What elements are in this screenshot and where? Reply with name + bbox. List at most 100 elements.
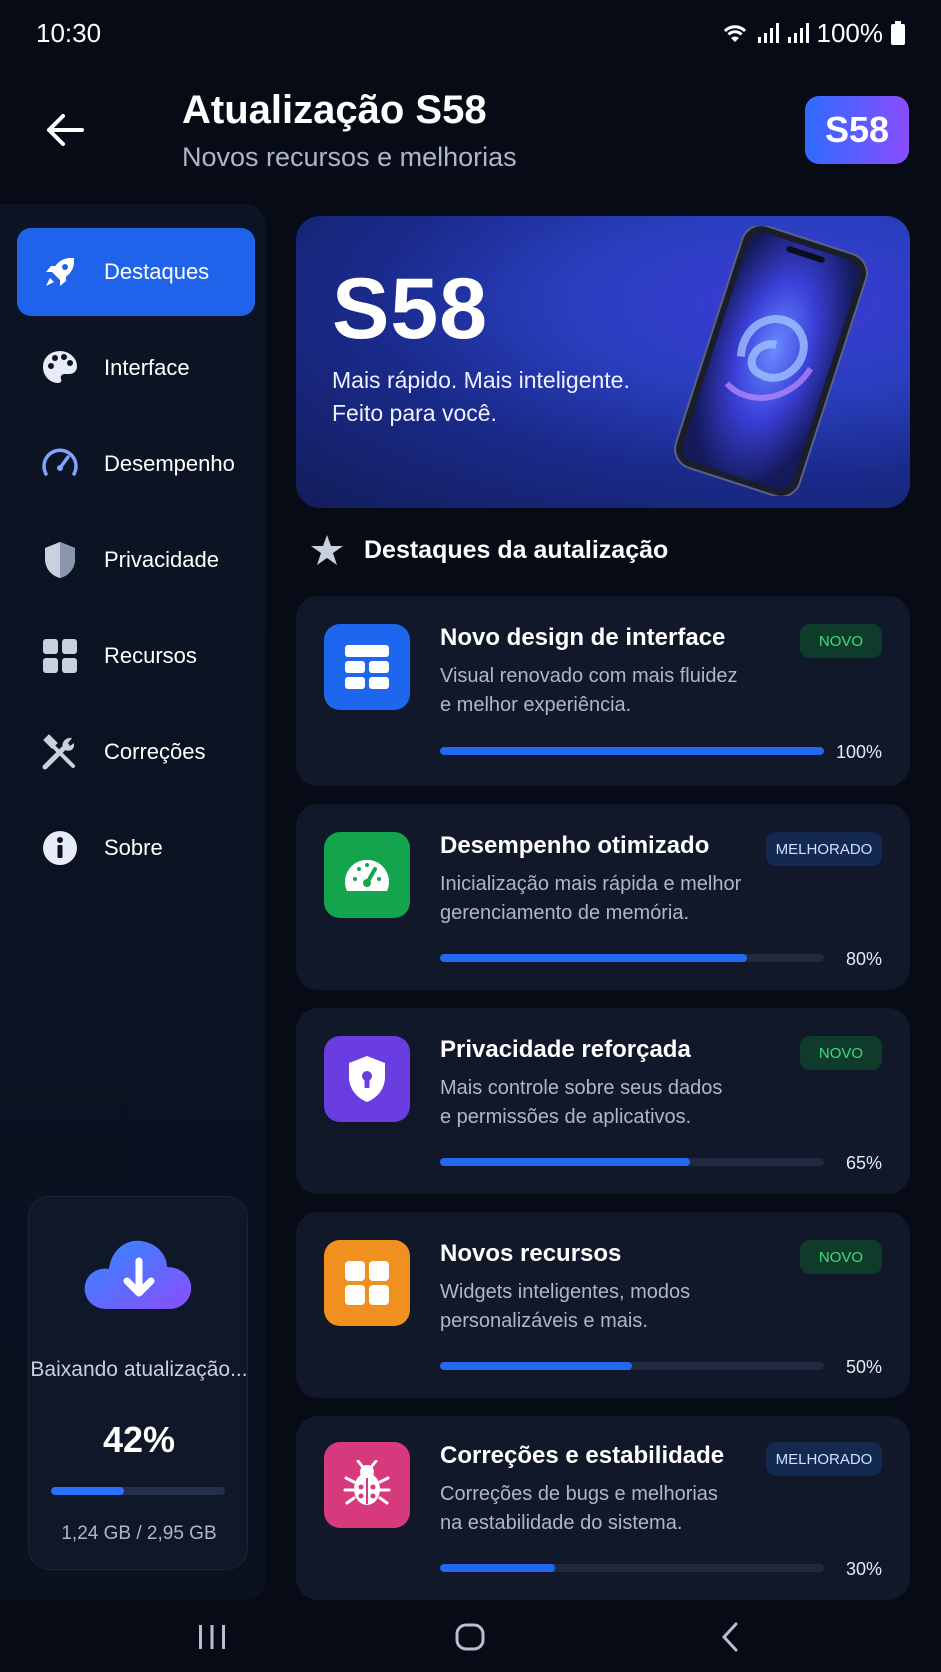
info-icon — [38, 826, 82, 870]
status-badge: NOVO — [800, 624, 882, 658]
status-badge: MELHORADO — [766, 1442, 882, 1476]
page-subtitle: Novos recursos e melhorias — [182, 142, 517, 172]
sidebar-item-label: Interface — [104, 355, 190, 380]
download-percent: 42% — [102, 1419, 176, 1460]
status-badge: NOVO — [800, 1240, 882, 1274]
sidebar-item-privacidade[interactable]: Privacidade — [17, 516, 255, 604]
bug-icon — [324, 1442, 410, 1528]
card-description-line: personalizáveis e mais. — [440, 1310, 648, 1332]
card-title: Novo design de interface — [440, 624, 726, 651]
phone-illustration — [674, 226, 868, 496]
palette-icon — [38, 346, 82, 390]
feature-card-recursos[interactable]: Novos recursos Widgets inteligentes, mod… — [296, 1212, 910, 1398]
card-description-line: Widgets inteligentes, modos — [440, 1281, 691, 1303]
card-percent: 80% — [845, 949, 882, 969]
page-title: Atualização S58 — [182, 88, 487, 132]
card-description-line: Mais controle sobre seus dados — [440, 1077, 723, 1099]
feature-card-design[interactable]: Novo design de interface Visual renovado… — [296, 596, 910, 786]
rocket-icon — [38, 250, 82, 294]
feature-card-correcoes[interactable]: Correções e estabilidade Correções de bu… — [296, 1416, 910, 1600]
recent-apps-icon — [199, 1625, 225, 1649]
status-icons: 100% — [721, 17, 905, 49]
star-icon — [311, 535, 343, 565]
feature-card-privacidade[interactable]: Privacidade reforçada Mais controle sobr… — [296, 1008, 910, 1194]
battery-icon — [891, 21, 905, 45]
home-button[interactable] — [440, 1612, 500, 1662]
back-arrow-icon — [47, 114, 84, 146]
shield-lock-icon — [324, 1036, 410, 1122]
hero-banner: S58 Mais rápido. Mais inteligente. Feito… — [296, 216, 910, 508]
card-percent: 100% — [835, 742, 882, 762]
status-bar: 10:30 100% — [0, 0, 941, 66]
card-description-line: Correções de bugs e melhorias — [440, 1483, 718, 1505]
card-description: Widgets inteligentes, modos personalizáv… — [440, 1278, 760, 1336]
card-progress-bar — [440, 1158, 824, 1166]
sidebar-item-sobre[interactable]: Sobre — [17, 804, 255, 892]
back-nav-button[interactable] — [700, 1612, 760, 1662]
download-progress-bar — [51, 1487, 225, 1495]
hero-tagline-line: Mais rápido. Mais inteligente. — [332, 367, 630, 393]
card-progress-bar — [440, 1564, 824, 1572]
system-nav-bar — [0, 1600, 941, 1672]
sidebar-item-label: Destaques — [104, 259, 210, 284]
cloud-download-icon — [84, 1240, 192, 1309]
card-progress-bar — [440, 1362, 824, 1370]
download-label: Baixando atualização... — [30, 1358, 248, 1381]
sidebar-item-correcoes[interactable]: Correções — [17, 708, 255, 796]
card-description-line: gerenciamento de memória. — [440, 902, 690, 924]
sidebar-item-label: Privacidade — [104, 547, 219, 572]
back-button[interactable] — [40, 105, 90, 155]
home-icon — [455, 1623, 485, 1651]
speedometer-icon — [38, 442, 82, 486]
signal-icon — [787, 23, 809, 43]
feature-card-desempenho[interactable]: Desempenho otimizado Inicialização mais … — [296, 804, 910, 990]
apps-icon — [324, 1240, 410, 1326]
card-description-line: Inicialização mais rápida e melhor — [440, 873, 742, 895]
sidebar-item-desempenho[interactable]: Desempenho — [17, 420, 255, 508]
status-badge: MELHORADO — [766, 832, 882, 866]
card-description: Correções de bugs e melhorias na estabil… — [440, 1480, 760, 1538]
card-percent: 65% — [845, 1153, 882, 1173]
card-progress-bar — [440, 954, 824, 962]
card-title: Privacidade reforçada — [440, 1036, 691, 1063]
card-title: Desempenho otimizado — [440, 832, 710, 859]
sidebar-item-destaques[interactable]: Destaques — [17, 228, 255, 316]
app-header: Atualização S58 Novos recursos e melhori… — [0, 80, 941, 190]
card-percent: 50% — [845, 1357, 882, 1377]
signal-icon — [757, 23, 779, 43]
shield-icon — [38, 538, 82, 582]
sidebar-item-label: Sobre — [104, 835, 163, 860]
sidebar-item-label: Desempenho — [104, 451, 235, 476]
card-description-line: na estabilidade do sistema. — [440, 1512, 683, 1534]
download-progress-fill — [51, 1487, 125, 1495]
card-progress-fill — [440, 1362, 632, 1370]
wifi-icon — [723, 25, 746, 42]
status-time: 10:30 — [36, 17, 102, 48]
back-chevron-icon — [722, 1622, 738, 1652]
status-badge: NOVO — [800, 1036, 882, 1070]
grid-icon — [38, 634, 82, 678]
card-description-line: Visual renovado com mais fluidez — [440, 665, 738, 687]
card-progress-fill — [440, 747, 824, 755]
download-progress-card: Baixando atualização... 42% 1,24 GB / 2,… — [28, 1196, 248, 1570]
sidebar-item-interface[interactable]: Interface — [17, 324, 255, 412]
tools-icon — [38, 730, 82, 774]
card-title: Correções e estabilidade — [440, 1442, 725, 1469]
card-progress-fill — [440, 954, 748, 962]
sidebar-item-recursos[interactable]: Recursos — [17, 612, 255, 700]
sidebar-item-label: Recursos — [104, 643, 197, 668]
recent-apps-button[interactable] — [182, 1612, 242, 1662]
download-size: 1,24 GB / 2,95 GB — [61, 1523, 217, 1544]
card-progress-fill — [440, 1158, 690, 1166]
version-badge: S58 — [805, 96, 909, 164]
section-title: Destaques da autalização — [364, 535, 669, 564]
battery-percent: 100% — [816, 17, 884, 48]
card-description: Visual renovado com mais fluidez e melho… — [440, 662, 760, 720]
card-description-line: e melhor experiência. — [440, 694, 632, 716]
hero-title: S58 — [332, 261, 489, 357]
gauge-icon — [324, 832, 410, 918]
card-title: Novos recursos — [440, 1240, 622, 1267]
card-percent: 30% — [845, 1559, 882, 1579]
card-progress-fill — [440, 1564, 556, 1572]
hero-tagline: Mais rápido. Mais inteligente. Feito par… — [332, 364, 630, 430]
